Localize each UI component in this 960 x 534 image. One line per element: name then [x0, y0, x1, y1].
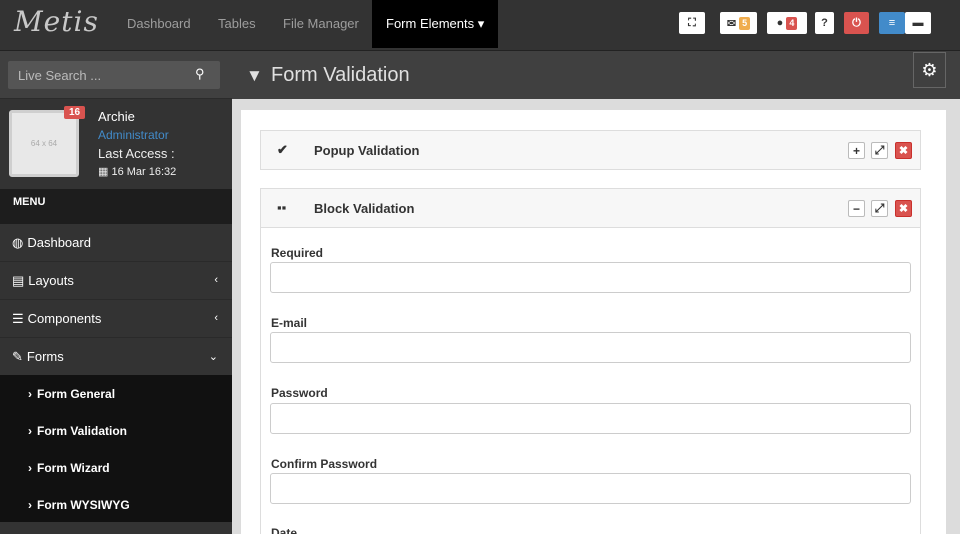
layouts-icon: ▤: [12, 272, 25, 288]
angle-right-icon: ›: [28, 497, 32, 512]
nav-form-elements-label: Form Elements: [386, 16, 475, 31]
expand-panel-button[interactable]: +: [848, 142, 865, 159]
search-icon[interactable]: ⚲: [195, 66, 205, 82]
sidebar-item-forms[interactable]: ✎ Forms ⌄: [0, 338, 232, 376]
submenu-form-wysiwyg[interactable]: › Form WYSIWYG: [0, 486, 232, 523]
submenu-form-wizard[interactable]: › Form Wizard: [0, 449, 232, 486]
submenu-label: Form WYSIWYG: [37, 497, 130, 512]
submenu-label: Form Validation: [37, 423, 128, 438]
caret-down-icon: ▾: [477, 16, 485, 31]
list-icon: ≡: [888, 17, 896, 29]
sidebar-footer: [0, 522, 232, 534]
resize-icon: ⤢: [874, 143, 885, 157]
email-label: E-mail: [271, 316, 308, 330]
email-input[interactable]: [270, 332, 911, 363]
close-panel-button[interactable]: ✖: [895, 142, 912, 159]
messages-badge: 5: [739, 16, 751, 30]
angle-right-icon: ›: [28, 460, 32, 475]
angle-right-icon: ›: [28, 423, 32, 438]
close-icon: ✖: [898, 203, 909, 215]
page-title: Form Validation: [271, 64, 410, 86]
live-search-bar: ⚲: [0, 51, 232, 99]
live-search-input[interactable]: [8, 61, 220, 89]
nav-file-manager[interactable]: File Manager: [283, 0, 359, 48]
panel-block-validation: ▪▪ Block Validation − ⤢ ✖: [260, 188, 921, 228]
calendar-icon: ▦: [98, 166, 109, 178]
submenu-form-validation[interactable]: › Form Validation: [0, 412, 232, 449]
comment-icon: ▬: [912, 17, 924, 29]
chevron-left-icon: ‹: [214, 274, 218, 286]
last-access-date: ▦ 16 Mar 16:32: [98, 165, 176, 178]
submenu-label: Form Wizard: [37, 460, 110, 475]
user-name: Archie: [98, 109, 135, 124]
last-access-date-value: 16 Mar 16:32: [111, 166, 177, 178]
settings-cog-button[interactable]: ⚙: [913, 52, 946, 88]
user-panel: 64 x 64 16 Archie Administrator Last Acc…: [0, 99, 232, 189]
logout-button[interactable]: ⏻: [844, 12, 869, 34]
user-role[interactable]: Administrator: [98, 128, 169, 142]
close-icon: ✖: [898, 145, 909, 157]
plus-icon: +: [852, 143, 860, 158]
collapse-panel-button[interactable]: −: [848, 200, 865, 217]
submenu-label: Form General: [37, 386, 116, 401]
gear-icon: ⚙: [921, 59, 938, 80]
password-input[interactable]: [270, 403, 911, 434]
last-access-label: Last Access :: [98, 146, 175, 161]
messages-button[interactable]: ✉ 5: [720, 12, 757, 34]
comments-button[interactable]: ● 4: [767, 12, 807, 34]
chevron-left-icon: ‹: [214, 312, 218, 324]
sidebar-item-label: Layouts: [28, 273, 74, 288]
grid-icon: ▪▪: [277, 200, 287, 215]
nav-tables[interactable]: Tables: [218, 0, 256, 48]
sidebar-item-layouts[interactable]: ▤ Layouts ‹: [0, 262, 232, 300]
avatar[interactable]: 64 x 64: [9, 110, 79, 177]
notification-badge: 16: [64, 106, 86, 119]
nav-dashboard[interactable]: Dashboard: [127, 0, 191, 48]
comments-badge: 4: [786, 16, 798, 30]
chevron-down-icon: ⌄: [208, 351, 218, 363]
panel-popup-validation: ✔ Popup Validation + ⤢ ✖: [260, 130, 921, 170]
close-panel-button[interactable]: ✖: [895, 200, 912, 217]
resize-icon: ⤢: [874, 201, 885, 215]
confirm-password-input[interactable]: [270, 473, 911, 504]
password-label: Password: [271, 386, 328, 400]
power-icon: ⏻: [852, 16, 861, 29]
submenu-form-general[interactable]: › Form General: [0, 375, 232, 412]
confirm-password-label: Confirm Password: [271, 457, 378, 471]
sidebar-item-label: Dashboard: [27, 235, 91, 250]
menu-toggle-button[interactable]: ≡: [879, 12, 905, 34]
angle-right-icon: ›: [28, 386, 32, 401]
dashboard-icon: ◍: [12, 234, 24, 250]
minus-icon: −: [852, 201, 860, 216]
expand-icon: ⛶: [688, 16, 696, 29]
pencil-icon: ✎: [12, 348, 23, 364]
sidebar-item-label: Components: [27, 311, 102, 326]
date-label: Date: [271, 526, 298, 534]
filter-icon: ▼: [246, 66, 263, 85]
sidebar-item-label: Forms: [26, 349, 64, 364]
required-input[interactable]: [270, 262, 911, 293]
required-label: Required: [271, 246, 324, 260]
panel-title: Popup Validation: [314, 143, 420, 158]
panel-title: Block Validation: [314, 201, 415, 216]
sidebar-item-components[interactable]: ☰ Components ‹: [0, 300, 232, 338]
help-button[interactable]: ?: [815, 12, 834, 34]
nav-form-elements[interactable]: Form Elements ▾: [372, 0, 499, 48]
envelope-icon: ✉: [726, 17, 737, 30]
comments-icon: ●: [776, 17, 784, 29]
fullscreen-panel-button[interactable]: ⤢: [871, 142, 888, 159]
fullscreen-panel-button[interactable]: ⤢: [871, 200, 888, 217]
menu-header: MENU: [0, 189, 232, 225]
components-icon: ☰: [12, 310, 24, 326]
check-icon: ✔: [277, 142, 288, 157]
fullscreen-button[interactable]: ⛶: [679, 12, 705, 34]
question-icon: ?: [821, 17, 828, 29]
brand-logo[interactable]: Metis: [14, 5, 99, 38]
sidebar-item-dashboard[interactable]: ◍ Dashboard: [0, 224, 232, 262]
page-scrollbar[interactable]: [946, 99, 960, 534]
chat-button[interactable]: ▬: [905, 12, 931, 34]
